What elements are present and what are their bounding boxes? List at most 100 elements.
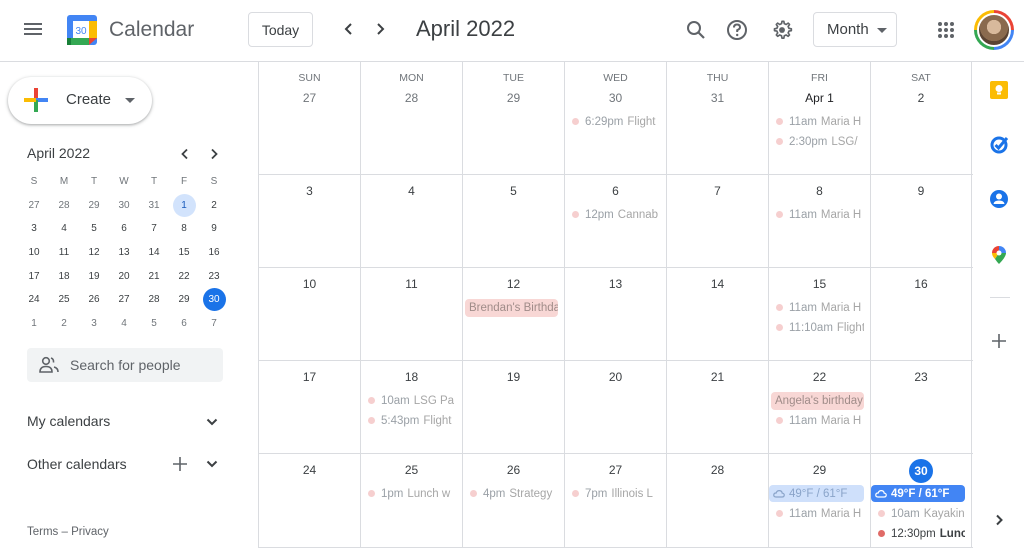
- day-cell[interactable]: 29 49°F / 61°F 11am Maria H: [769, 454, 871, 547]
- mini-day[interactable]: 2: [49, 312, 79, 336]
- day-cell[interactable]: 19: [463, 361, 565, 453]
- event-item[interactable]: 12:30pmLunch: [875, 524, 965, 543]
- day-cell[interactable]: 8 11am Maria H: [769, 175, 871, 267]
- day-number[interactable]: 6: [565, 184, 666, 198]
- day-number[interactable]: 5: [463, 184, 564, 198]
- weather-chip[interactable]: 49°F / 61°F: [769, 485, 864, 502]
- today-badge[interactable]: 30: [909, 459, 933, 483]
- day-cell[interactable]: 5: [463, 175, 565, 267]
- event-item[interactable]: 2:30pm LSG/: [773, 132, 864, 151]
- event-item[interactable]: 10amKayaking: [875, 504, 965, 523]
- day-cell[interactable]: MON 28: [361, 62, 463, 174]
- day-cell[interactable]: FRI Apr 1 11am Maria H 2:30pm LSG/: [769, 62, 871, 174]
- day-cell[interactable]: 21: [667, 361, 769, 453]
- day-number[interactable]: 29: [463, 91, 564, 105]
- event-item[interactable]: 5:43pm Flight: [365, 411, 456, 430]
- day-cell[interactable]: 12 Brendan's Birthday: [463, 268, 565, 360]
- day-number[interactable]: 13: [565, 277, 666, 291]
- mini-day[interactable]: 14: [139, 241, 169, 265]
- mini-day[interactable]: 9: [199, 217, 229, 241]
- mini-day[interactable]: 3: [19, 217, 49, 241]
- all-day-event[interactable]: Angela's birthday: [771, 392, 864, 410]
- people-search-input[interactable]: Search for people: [27, 348, 223, 382]
- day-number[interactable]: 22: [769, 370, 870, 384]
- get-addons-button[interactable]: [988, 330, 1010, 352]
- menu-icon[interactable]: [24, 20, 44, 40]
- mini-day[interactable]: 5: [139, 312, 169, 336]
- prev-period-button[interactable]: [337, 17, 361, 41]
- day-number[interactable]: 18: [361, 370, 462, 384]
- day-number[interactable]: 10: [259, 277, 360, 291]
- day-cell[interactable]: 3: [259, 175, 361, 267]
- chevron-down-icon[interactable]: [205, 457, 219, 471]
- mini-day[interactable]: 1: [169, 193, 199, 218]
- day-cell[interactable]: 9: [871, 175, 972, 267]
- day-cell[interactable]: 24: [259, 454, 361, 547]
- create-button[interactable]: Create: [8, 77, 152, 124]
- day-number[interactable]: 11: [361, 277, 462, 291]
- chevron-down-icon[interactable]: [205, 415, 219, 429]
- mini-day[interactable]: 18: [49, 264, 79, 288]
- day-number[interactable]: Apr 1: [769, 91, 870, 105]
- mini-day[interactable]: 31: [139, 194, 169, 218]
- mini-day[interactable]: 2: [199, 194, 229, 218]
- help-button[interactable]: [723, 16, 751, 44]
- mini-day[interactable]: 28: [139, 288, 169, 312]
- day-cell[interactable]: 13: [565, 268, 667, 360]
- search-button[interactable]: [682, 16, 710, 44]
- day-cell[interactable]: WED 30 6:29pm Flight: [565, 62, 667, 174]
- day-cell[interactable]: 6 12pm Cannab: [565, 175, 667, 267]
- other-calendars-heading[interactable]: Other calendars: [27, 456, 127, 472]
- day-number[interactable]: 28: [361, 91, 462, 105]
- day-number[interactable]: 15: [769, 277, 870, 291]
- day-number[interactable]: 26: [463, 463, 564, 477]
- mini-day[interactable]: 13: [109, 241, 139, 265]
- account-avatar[interactable]: [974, 10, 1014, 50]
- mini-day[interactable]: 27: [19, 194, 49, 218]
- mini-day[interactable]: 30: [199, 288, 229, 312]
- add-calendar-icon[interactable]: [172, 456, 188, 472]
- mini-day[interactable]: 17: [19, 264, 49, 288]
- footer-links[interactable]: Terms – Privacy: [27, 526, 109, 538]
- day-number[interactable]: 30: [871, 459, 971, 483]
- day-number[interactable]: 4: [361, 184, 462, 198]
- mini-day[interactable]: 21: [139, 264, 169, 288]
- day-cell[interactable]: 23: [871, 361, 972, 453]
- mini-day[interactable]: 10: [19, 241, 49, 265]
- day-cell[interactable]: 25 1pm Lunch w: [361, 454, 463, 547]
- create-dropdown-icon[interactable]: [125, 98, 135, 103]
- mini-day[interactable]: 7: [199, 312, 229, 336]
- expand-side-panel-button[interactable]: [988, 509, 1010, 531]
- event-item[interactable]: 11am Maria H: [773, 298, 864, 317]
- day-cell[interactable]: 30 49°F / 61°F 10amKayaking12:30pmLunch: [871, 454, 972, 547]
- day-number[interactable]: 14: [667, 277, 768, 291]
- day-cell[interactable]: 11: [361, 268, 463, 360]
- tasks-button[interactable]: [988, 133, 1010, 155]
- day-cell[interactable]: 4: [361, 175, 463, 267]
- all-day-event[interactable]: Brendan's Birthday: [465, 299, 558, 317]
- day-number[interactable]: 30: [565, 91, 666, 105]
- mini-day[interactable]: 6: [169, 312, 199, 336]
- mini-day[interactable]: 25: [49, 288, 79, 312]
- mini-prev-button[interactable]: [175, 144, 195, 164]
- mini-day[interactable]: 23: [199, 264, 229, 288]
- next-period-button[interactable]: [368, 17, 392, 41]
- day-cell[interactable]: 10: [259, 268, 361, 360]
- mini-day[interactable]: 28: [49, 194, 79, 218]
- day-number[interactable]: 27: [565, 463, 666, 477]
- weather-chip[interactable]: 49°F / 61°F: [871, 485, 965, 502]
- day-number[interactable]: 2: [871, 91, 971, 105]
- day-number[interactable]: 27: [259, 91, 360, 105]
- mini-day[interactable]: 30: [109, 194, 139, 218]
- event-item[interactable]: 6:29pm Flight: [569, 112, 660, 131]
- day-number[interactable]: 8: [769, 184, 870, 198]
- event-item[interactable]: 11:10am Flight: [773, 318, 864, 337]
- day-number[interactable]: 16: [871, 277, 971, 291]
- mini-day[interactable]: 12: [79, 241, 109, 265]
- day-cell[interactable]: 7: [667, 175, 769, 267]
- mini-day[interactable]: 11: [49, 241, 79, 265]
- mini-day[interactable]: 3: [79, 312, 109, 336]
- day-cell[interactable]: 27 7pm Illinois L: [565, 454, 667, 547]
- event-item[interactable]: 11am Maria H: [773, 112, 864, 131]
- today-button[interactable]: Today: [248, 12, 313, 47]
